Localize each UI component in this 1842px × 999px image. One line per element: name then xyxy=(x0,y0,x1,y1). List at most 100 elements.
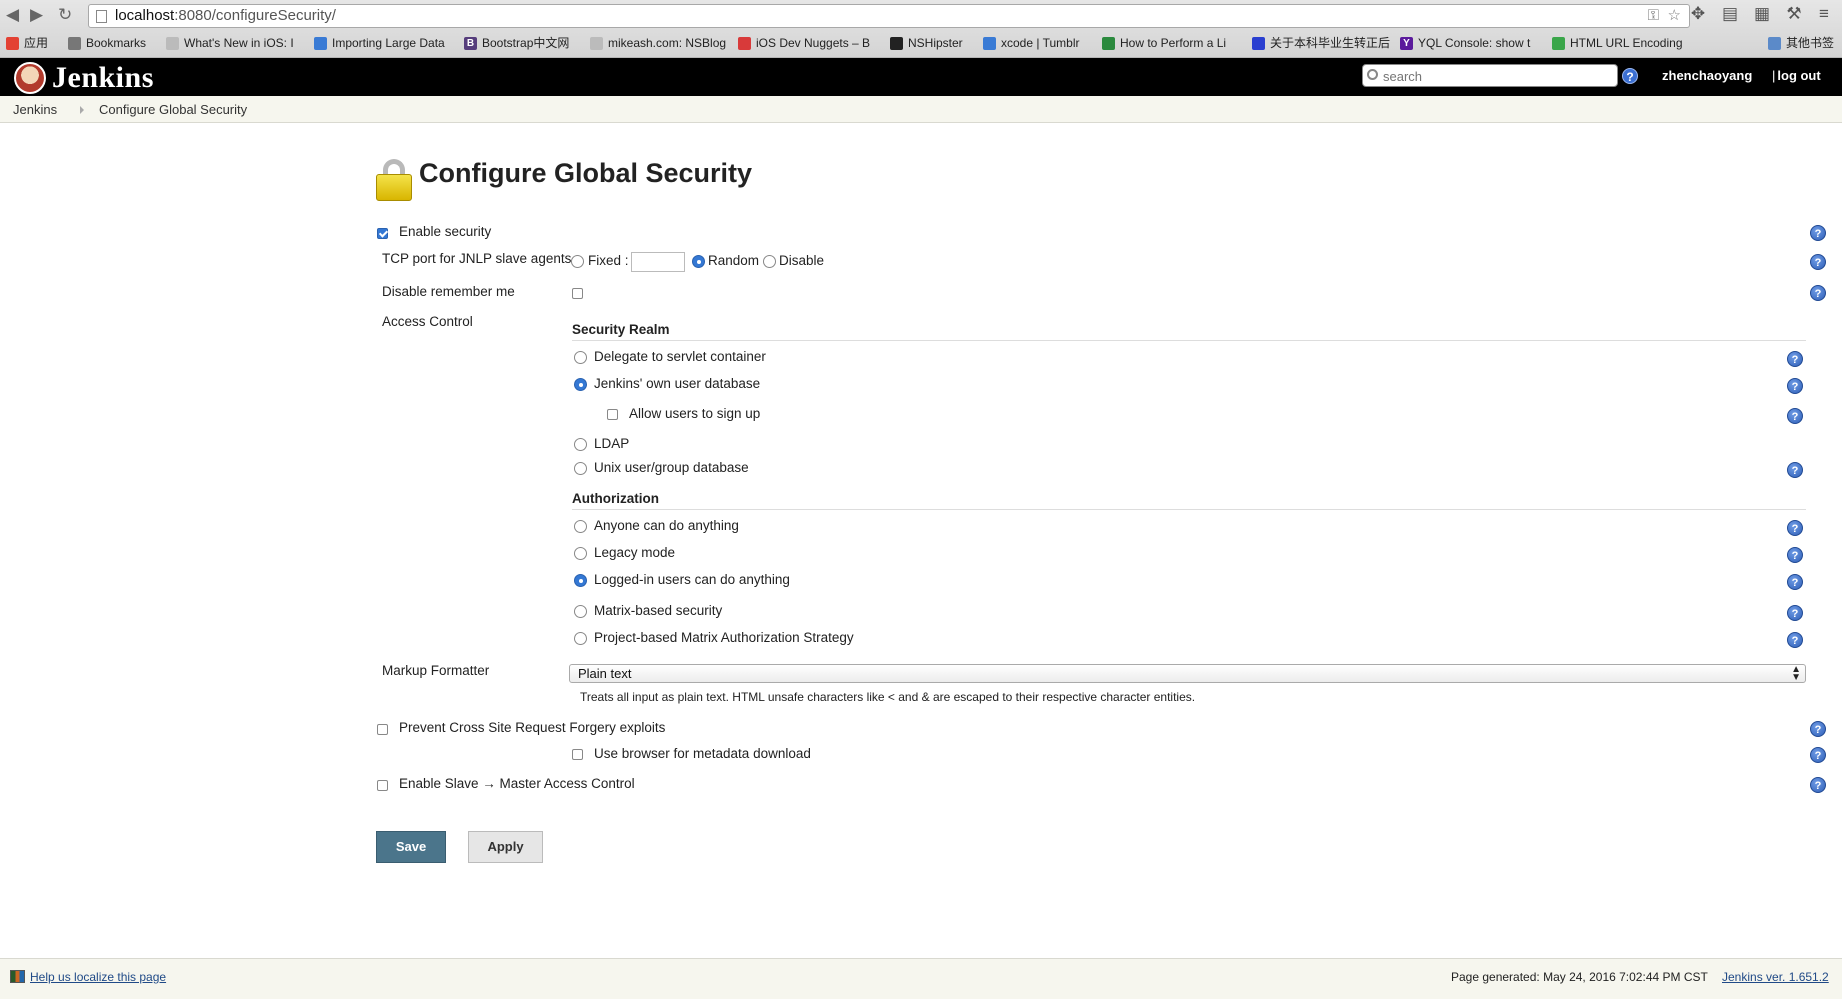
reload-icon[interactable]: ↻ xyxy=(58,5,72,25)
bookmark-label: 关于本科毕业生转正后 xyxy=(1270,36,1391,50)
auth-project-matrix-radio[interactable] xyxy=(574,632,587,645)
slave-master-label: Enable Slave → Master Access Control xyxy=(399,776,635,791)
tcp-disable-radio[interactable] xyxy=(763,255,776,268)
breadcrumb-jenkins[interactable]: Jenkins xyxy=(13,96,57,123)
auth-anyone-radio[interactable] xyxy=(574,520,587,533)
auth-logged-in-radio[interactable] xyxy=(574,574,587,587)
help-icon[interactable]: ? xyxy=(1810,285,1826,301)
qr-icon[interactable]: ▦ xyxy=(1752,4,1772,24)
bookmark-item[interactable]: 关于本科毕业生转正后 xyxy=(1252,32,1390,54)
markup-formatter-description: Treats all input as plain text. HTML uns… xyxy=(580,690,1196,704)
bookmark-item[interactable]: xcode | Tumblr xyxy=(983,32,1079,54)
help-icon[interactable]: ? xyxy=(1787,520,1803,536)
tcp-fixed-radio[interactable] xyxy=(571,255,584,268)
page-footer: Help us localize this page Page generate… xyxy=(0,958,1842,999)
menu-icon[interactable]: ≡ xyxy=(1814,4,1834,24)
chart-icon xyxy=(1552,36,1565,50)
save-button[interactable]: Save xyxy=(376,831,446,863)
apps-icon xyxy=(6,36,19,50)
markup-formatter-select[interactable]: Plain text ▲ ▼ xyxy=(569,664,1806,683)
help-icon[interactable]: ? xyxy=(1810,254,1826,270)
help-icon[interactable]: ? xyxy=(1787,351,1803,367)
folder-icon xyxy=(1768,36,1781,50)
logout-link[interactable]: | log out xyxy=(1772,68,1821,83)
search-icon xyxy=(1367,69,1378,80)
bookmark-item[interactable]: HTML URL Encoding xyxy=(1552,32,1683,54)
breadcrumb-configure-security[interactable]: Configure Global Security xyxy=(99,96,247,123)
main-panel: Configure Global Security Enable securit… xyxy=(0,123,1842,958)
back-icon[interactable]: ◀ xyxy=(6,5,19,25)
bookmark-item[interactable]: B Bootstrap中文网 xyxy=(464,32,569,54)
search-box[interactable] xyxy=(1362,64,1618,87)
help-icon[interactable]: ? xyxy=(1810,747,1826,763)
enable-security-checkbox[interactable] xyxy=(377,228,388,239)
help-icon[interactable]: ? xyxy=(1787,547,1803,563)
help-icon[interactable]: ? xyxy=(1810,721,1826,737)
slave-master-checkbox[interactable] xyxy=(377,780,388,791)
page-icon xyxy=(590,36,603,50)
bookmark-label: NSHipster xyxy=(908,36,963,50)
bookmark-item[interactable]: How to Perform a Li xyxy=(1102,32,1226,54)
forward-icon[interactable]: ▶ xyxy=(30,5,43,25)
auth-matrix-radio[interactable] xyxy=(574,605,587,618)
help-icon[interactable]: ? xyxy=(1810,225,1826,241)
help-icon[interactable]: ? xyxy=(1787,632,1803,648)
bookmark-item[interactable]: What's New in iOS: I xyxy=(166,32,294,54)
realm-jenkins-db-radio[interactable] xyxy=(574,378,587,391)
tcp-random-label: Random xyxy=(708,253,760,268)
key-icon[interactable]: ⚿ xyxy=(1648,5,1659,27)
breadcrumb-arrow-icon xyxy=(80,106,84,114)
authorization-heading: Authorization xyxy=(572,491,659,506)
search-input[interactable] xyxy=(1383,69,1613,84)
localize-icon xyxy=(10,970,25,983)
page-icon xyxy=(166,36,179,50)
help-icon[interactable]: ? xyxy=(1787,462,1803,478)
window-icon[interactable]: ▤ xyxy=(1720,4,1740,24)
tcp-random-radio[interactable] xyxy=(692,255,705,268)
paw-icon xyxy=(1252,36,1265,50)
auth-legacy-radio[interactable] xyxy=(574,547,587,560)
bookmark-item[interactable]: Bookmarks xyxy=(68,32,146,54)
bookmark-item[interactable]: Y YQL Console: show t xyxy=(1400,32,1530,54)
tools-icon[interactable]: ⚒ xyxy=(1784,4,1804,24)
browser-metadata-label: Use browser for metadata download xyxy=(594,746,811,761)
allow-signup-checkbox[interactable] xyxy=(607,409,618,420)
feather-icon xyxy=(1102,36,1115,50)
help-icon[interactable]: ? xyxy=(1787,408,1803,424)
csrf-checkbox[interactable] xyxy=(377,724,388,735)
logo-text: Jenkins xyxy=(52,61,154,94)
address-bar[interactable]: localhost:8080/configureSecurity/ ⚿ ☆ xyxy=(88,4,1690,28)
localize-link[interactable]: Help us localize this page xyxy=(30,970,166,984)
extension-icon[interactable]: ✥ xyxy=(1688,4,1708,24)
realm-delegate-radio[interactable] xyxy=(574,351,587,364)
help-icon[interactable]: ? xyxy=(1622,68,1638,84)
apply-button[interactable]: Apply xyxy=(468,831,543,863)
username-link[interactable]: zhenchaoyang xyxy=(1662,68,1752,83)
help-icon[interactable]: ? xyxy=(1787,605,1803,621)
bookmark-item[interactable]: mikeash.com: NSBlog xyxy=(590,32,726,54)
bookmark-item[interactable]: NSHipster xyxy=(890,32,963,54)
realm-ldap-radio[interactable] xyxy=(574,438,587,451)
bookmark-item[interactable]: Importing Large Data xyxy=(314,32,445,54)
browser-metadata-checkbox[interactable] xyxy=(572,749,583,760)
realm-ldap-label: LDAP xyxy=(594,436,630,451)
tcp-port-input[interactable] xyxy=(631,252,685,272)
disable-remember-me-checkbox[interactable] xyxy=(572,288,583,299)
help-icon[interactable]: ? xyxy=(1810,777,1826,793)
bookmark-label: What's New in iOS: I xyxy=(184,36,294,50)
jenkins-logo[interactable]: Jenkins xyxy=(14,61,154,95)
bookmark-item[interactable]: 应用 xyxy=(6,32,48,54)
jenkins-version-link[interactable]: Jenkins ver. 1.651.2 xyxy=(1722,970,1829,984)
help-icon[interactable]: ? xyxy=(1787,378,1803,394)
auth-anyone-label: Anyone can do anything xyxy=(594,518,739,533)
help-icon[interactable]: ? xyxy=(1787,574,1803,590)
bookmark-item[interactable]: 其他书签 xyxy=(1768,32,1834,54)
realm-unix-radio[interactable] xyxy=(574,462,587,475)
bookmark-label: Bookmarks xyxy=(86,36,147,50)
browser-chrome: ◀ ▶ ↻ localhost:8080/configureSecurity/ … xyxy=(0,0,1842,58)
url-path: :8080/configureSecurity/ xyxy=(174,7,336,24)
star-icon[interactable]: ☆ xyxy=(1668,5,1681,27)
bookmark-item[interactable]: iOS Dev Nuggets – B xyxy=(738,32,870,54)
mustache-icon xyxy=(890,36,903,50)
select-arrows-icon: ▲ ▼ xyxy=(1791,664,1801,683)
